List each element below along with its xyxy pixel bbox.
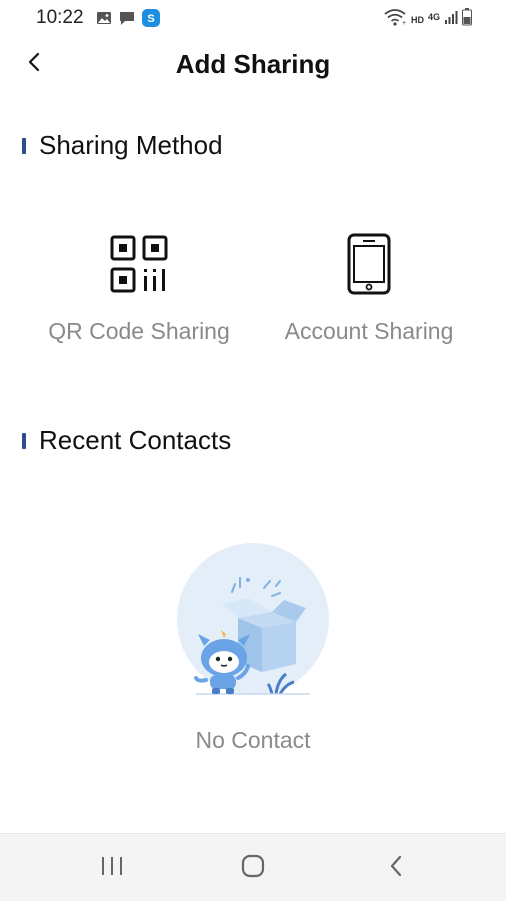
app-notification-icon: S (142, 9, 160, 32)
signal-4g-icon (444, 9, 458, 30)
svg-text:+: + (402, 20, 406, 26)
back-icon (388, 854, 404, 883)
no-contact-label: No Contact (195, 727, 311, 753)
wifi-icon: + (383, 8, 407, 31)
battery-icon (462, 8, 472, 31)
qr-code-icon (110, 232, 168, 296)
section-marker (22, 137, 26, 154)
status-time: 10:22 (36, 7, 84, 28)
account-sharing-label: Account Sharing (284, 318, 454, 344)
phone-icon (347, 232, 391, 296)
account-sharing-option[interactable]: Account Sharing (254, 232, 484, 345)
section-marker (22, 432, 26, 449)
recent-contacts-title: Recent Contacts (39, 425, 232, 455)
message-icon (119, 11, 135, 31)
home-icon (241, 854, 265, 883)
sharing-method-title: Sharing Method (39, 130, 223, 160)
recent-apps-button[interactable] (92, 850, 132, 886)
gallery-icon (96, 11, 112, 30)
recent-contacts-heading: Recent Contacts (22, 425, 231, 456)
qr-code-sharing-label: QR Code Sharing (48, 318, 230, 344)
app-header: Add Sharing (0, 36, 506, 96)
system-navigation-bar (0, 833, 506, 901)
recent-apps-icon (100, 855, 124, 882)
status-bar: 10:22 S + HD 4G (0, 0, 506, 36)
hd-icon: HD (410, 14, 424, 25)
page-title: Add Sharing (175, 49, 331, 79)
empty-box-mascot-illustration (176, 542, 330, 700)
svg-text:S: S (147, 13, 154, 25)
system-back-button[interactable] (376, 850, 416, 886)
sharing-method-heading: Sharing Method (22, 130, 223, 161)
network-type-label: 4G (427, 11, 440, 22)
qr-code-sharing-option[interactable]: QR Code Sharing (24, 232, 254, 345)
home-button[interactable] (233, 850, 273, 886)
